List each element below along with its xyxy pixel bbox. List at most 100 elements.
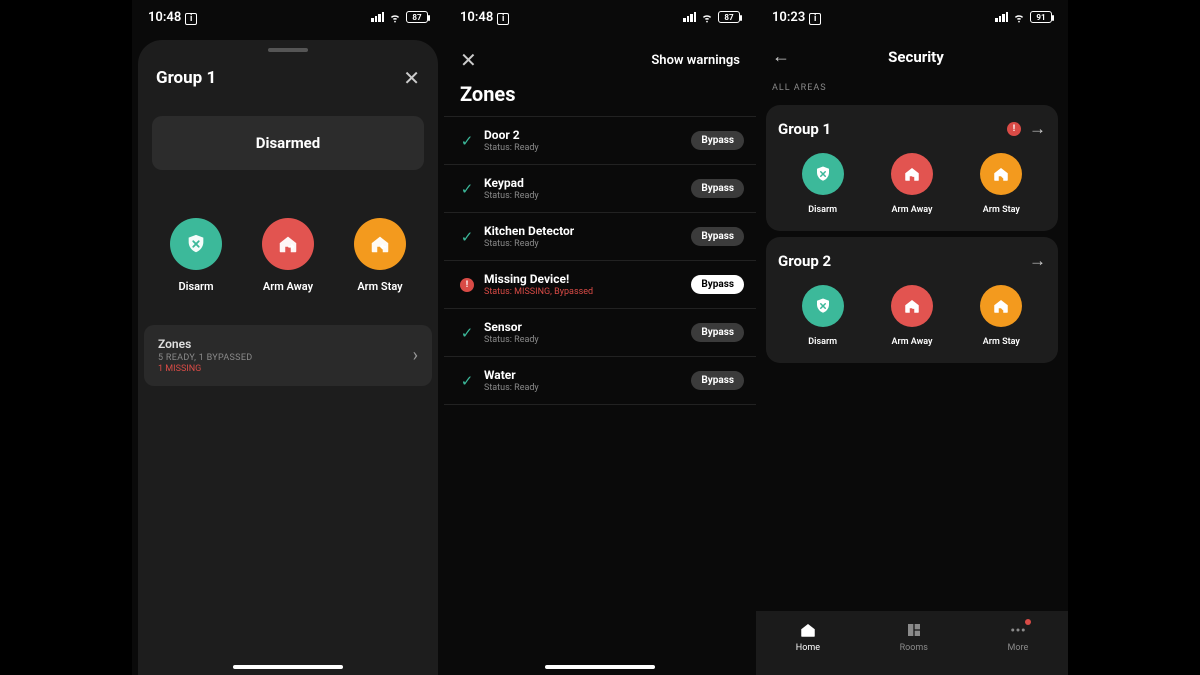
zone-status: Status: MISSING, Bypassed xyxy=(484,287,691,297)
home-indicator[interactable] xyxy=(545,665,655,669)
zone-status: Status: Ready xyxy=(484,143,691,153)
bypass-button[interactable]: Bypass xyxy=(691,227,744,246)
group-card: Group 1 ! → Disarm Arm Away Arm Stay xyxy=(766,105,1058,231)
status-time: 10:23i xyxy=(772,10,821,25)
house-arrow-out-icon xyxy=(891,285,933,327)
zone-list: ✓ Door 2 Status: Ready Bypass ✓ Keypad S… xyxy=(444,116,756,405)
notification-dot-icon xyxy=(1025,619,1031,625)
zone-name: Kitchen Detector xyxy=(484,224,691,238)
warning-badge-icon: ! xyxy=(1007,122,1021,136)
back-arrow-icon[interactable]: ← xyxy=(772,46,790,67)
arm-away-button[interactable]: Arm Away xyxy=(891,153,933,215)
checkmark-icon: ✓ xyxy=(456,180,478,198)
house-arrow-out-icon xyxy=(262,218,314,270)
zone-item: ✓ Sensor Status: Ready Bypass xyxy=(444,309,756,357)
house-arrow-in-icon xyxy=(980,285,1022,327)
status-right: 87 xyxy=(683,10,740,24)
chevron-right-icon: › xyxy=(413,345,418,366)
group-title: Group 1 xyxy=(778,120,831,138)
zone-name: Water xyxy=(484,368,691,382)
status-right: 87 xyxy=(371,10,428,24)
armed-state: Disarmed xyxy=(152,116,424,170)
page-title: Security xyxy=(802,48,1030,66)
arm-stay-button[interactable]: Arm Stay xyxy=(980,153,1022,215)
detail-sheet: Group 1 ✕ Disarmed Disarm Arm Away xyxy=(138,40,438,675)
status-bar: 10:48i 87 xyxy=(444,0,756,34)
all-areas-label: ALL AREAS xyxy=(756,79,1068,99)
cellular-icon xyxy=(683,12,696,22)
zones-title: Zones xyxy=(158,337,252,351)
zone-item: ✓ Water Status: Ready Bypass xyxy=(444,357,756,405)
arm-stay-button[interactable]: Arm Stay xyxy=(354,218,406,293)
house-arrow-out-icon xyxy=(891,153,933,195)
zone-name: Missing Device! xyxy=(484,272,691,286)
zone-name: Door 2 xyxy=(484,128,691,142)
house-arrow-in-icon xyxy=(354,218,406,270)
arrow-right-icon[interactable]: → xyxy=(1029,251,1046,271)
arrow-right-icon[interactable]: → xyxy=(1029,119,1046,139)
zone-status: Status: Ready xyxy=(484,191,691,201)
zone-status: Status: Ready xyxy=(484,335,691,345)
battery-icon: 91 xyxy=(1030,11,1052,23)
bypass-button[interactable]: Bypass xyxy=(691,275,744,294)
alert-icon: ! xyxy=(456,278,478,292)
checkmark-icon: ✓ xyxy=(456,132,478,150)
wifi-icon xyxy=(700,10,714,24)
wifi-icon xyxy=(388,10,402,24)
arm-away-button[interactable]: Arm Away xyxy=(262,218,314,293)
wifi-icon xyxy=(1012,10,1026,24)
tab-more[interactable]: More xyxy=(1007,621,1028,653)
tab-home[interactable]: Home xyxy=(796,621,820,653)
zone-status: Status: Ready xyxy=(484,239,691,249)
zone-status: Status: Ready xyxy=(484,383,691,393)
shield-x-icon xyxy=(802,285,844,327)
screen-group-detail: 10:48i 87 Group 1 ✕ Disarmed Disarm xyxy=(132,0,444,675)
checkmark-icon: ✓ xyxy=(456,324,478,342)
group-title: Group 1 xyxy=(156,68,216,88)
zone-name: Keypad xyxy=(484,176,691,190)
zone-item: ! Missing Device! Status: MISSING, Bypas… xyxy=(444,261,756,309)
show-warnings-button[interactable]: Show warnings xyxy=(651,53,740,68)
battery-icon: 87 xyxy=(718,11,740,23)
more-icon xyxy=(1009,621,1027,639)
shield-x-icon xyxy=(170,218,222,270)
home-indicator[interactable] xyxy=(233,665,343,669)
shield-x-icon xyxy=(802,153,844,195)
tab-bar: Home Rooms More xyxy=(756,611,1068,675)
zones-row[interactable]: Zones 5 READY, 1 BYPASSED 1 MISSING › xyxy=(144,325,432,386)
arm-stay-button[interactable]: Arm Stay xyxy=(980,285,1022,347)
bypass-button[interactable]: Bypass xyxy=(691,131,744,150)
action-row: Disarm Arm Away Arm Stay xyxy=(138,170,438,317)
zone-item: ✓ Door 2 Status: Ready Bypass xyxy=(444,116,756,165)
zone-item: ✓ Keypad Status: Ready Bypass xyxy=(444,165,756,213)
disarm-button[interactable]: Disarm xyxy=(170,218,222,293)
screen-zones: 10:48i 87 ✕ Show warnings Zones ✓ Door 2… xyxy=(444,0,756,675)
status-time: 10:48i xyxy=(460,10,509,25)
status-bar: 10:48i 87 xyxy=(132,0,444,34)
arm-away-button[interactable]: Arm Away xyxy=(891,285,933,347)
close-icon[interactable]: ✕ xyxy=(403,66,420,90)
disarm-button[interactable]: Disarm xyxy=(802,153,844,215)
group-title: Group 2 xyxy=(778,252,831,270)
disarm-button[interactable]: Disarm xyxy=(802,285,844,347)
close-icon[interactable]: ✕ xyxy=(460,48,477,72)
bypass-button[interactable]: Bypass xyxy=(691,179,744,198)
status-right: 91 xyxy=(995,10,1052,24)
group-card: Group 2 → Disarm Arm Away Arm Stay xyxy=(766,237,1058,363)
house-arrow-in-icon xyxy=(980,153,1022,195)
cellular-icon xyxy=(371,12,384,22)
zone-name: Sensor xyxy=(484,320,691,334)
bypass-button[interactable]: Bypass xyxy=(691,371,744,390)
battery-icon: 87 xyxy=(406,11,428,23)
status-bar: 10:23i 91 xyxy=(756,0,1068,34)
home-icon xyxy=(799,621,817,639)
zones-subtitle: 5 READY, 1 BYPASSED xyxy=(158,353,252,363)
zone-item: ✓ Kitchen Detector Status: Ready Bypass xyxy=(444,213,756,261)
zones-title: Zones xyxy=(444,78,756,116)
cellular-icon xyxy=(995,12,1008,22)
tab-rooms[interactable]: Rooms xyxy=(900,621,928,653)
bypass-button[interactable]: Bypass xyxy=(691,323,744,342)
checkmark-icon: ✓ xyxy=(456,228,478,246)
checkmark-icon: ✓ xyxy=(456,372,478,390)
status-time: 10:48i xyxy=(148,10,197,25)
